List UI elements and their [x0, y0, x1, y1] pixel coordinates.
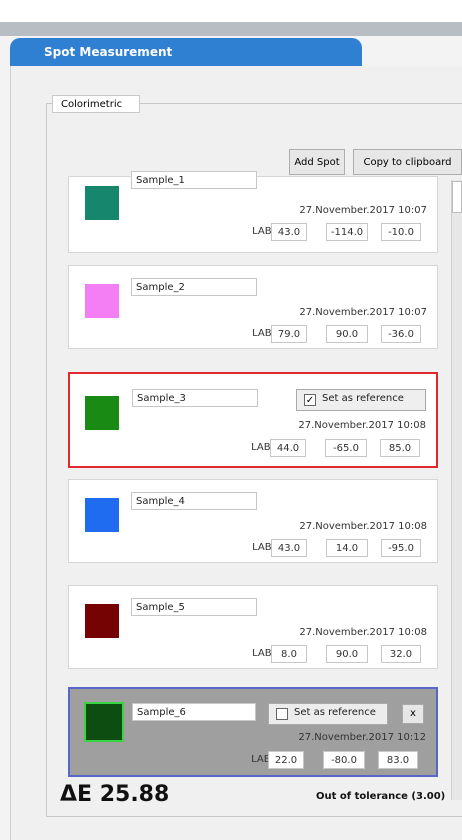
sample-card-5[interactable]: Sample_5 27.November.2017 10:08 LAB: 8.0… — [68, 585, 438, 669]
sample-swatch — [85, 498, 119, 532]
lab-a-field[interactable]: 90.0 — [326, 645, 368, 663]
vertical-scrollbar[interactable] — [451, 180, 462, 800]
sample-name-input[interactable]: Sample_4 — [131, 492, 257, 510]
lab-b-field[interactable]: -10.0 — [381, 223, 421, 241]
lab-l-field[interactable]: 43.0 — [271, 539, 307, 557]
sample-swatch — [85, 604, 119, 638]
sample-card-3[interactable]: Sample_3 ✓ Set as reference 27.November.… — [68, 372, 438, 468]
colorimetric-label: Colorimetric — [52, 95, 140, 113]
lab-l-field[interactable]: 8.0 — [271, 645, 307, 663]
reference-label: Set as reference — [294, 707, 376, 718]
sample-card-6[interactable]: Sample_6 Set as reference x 27.November.… — [68, 687, 438, 777]
reference-label: Set as reference — [322, 393, 404, 404]
close-button[interactable]: x — [402, 704, 424, 724]
delta-e-value: ΔE 25.88 — [60, 782, 170, 807]
sample-timestamp: 27.November.2017 10:08 — [299, 627, 427, 638]
sample-card-4[interactable]: Sample_4 27.November.2017 10:08 LAB: 43.… — [68, 479, 438, 563]
sample-name-input[interactable]: Sample_2 — [131, 278, 257, 296]
set-as-reference-checkbox[interactable]: ✓ Set as reference — [296, 389, 426, 411]
top-bar — [0, 22, 462, 36]
sample-timestamp: 27.November.2017 10:12 — [298, 732, 426, 743]
copy-to-clipboard-button[interactable]: Copy to clipboard — [353, 149, 462, 175]
checkbox-checked-icon[interactable]: ✓ — [304, 394, 316, 406]
lab-b-field[interactable]: 85.0 — [380, 439, 420, 457]
lab-b-field[interactable]: 83.0 — [378, 751, 418, 769]
tab-spot-measurement[interactable]: Spot Measurement — [10, 38, 362, 66]
set-as-reference-checkbox[interactable]: Set as reference — [268, 703, 388, 725]
scrollbar-thumb[interactable] — [452, 181, 462, 213]
sample-name-input[interactable]: Sample_3 — [132, 389, 258, 407]
lab-a-field[interactable]: -80.0 — [323, 751, 365, 769]
sample-swatch — [85, 396, 119, 430]
top-strip — [0, 0, 462, 22]
lab-a-field[interactable]: -65.0 — [325, 439, 367, 457]
sample-name-input[interactable]: Sample_6 — [132, 703, 256, 721]
sample-swatch — [85, 186, 119, 220]
lab-a-field[interactable]: 90.0 — [326, 325, 368, 343]
sample-timestamp: 27.November.2017 10:07 — [299, 205, 427, 216]
sample-timestamp: 27.November.2017 10:08 — [299, 521, 427, 532]
checkbox-unchecked-icon[interactable] — [276, 708, 288, 720]
sample-timestamp: 27.November.2017 10:07 — [299, 307, 427, 318]
tolerance-status: Out of tolerance (3.00) — [316, 791, 446, 802]
sample-timestamp: 27.November.2017 10:08 — [298, 420, 426, 431]
lab-a-field[interactable]: -114.0 — [326, 223, 368, 241]
lab-b-field[interactable]: 32.0 — [381, 645, 421, 663]
add-spot-button[interactable]: Add Spot — [289, 149, 345, 175]
lab-l-field[interactable]: 44.0 — [270, 439, 306, 457]
sample-name-input[interactable]: Sample_1 — [131, 171, 257, 189]
sample-swatch — [84, 702, 124, 742]
lab-l-field[interactable]: 22.0 — [268, 751, 304, 769]
sample-name-input[interactable]: Sample_5 — [131, 598, 257, 616]
lab-b-field[interactable]: -95.0 — [381, 539, 421, 557]
lab-b-field[interactable]: -36.0 — [381, 325, 421, 343]
sample-swatch — [85, 284, 119, 318]
sample-card-1[interactable]: Sample_1 27.November.2017 10:07 LAB: 43.… — [68, 171, 438, 253]
lab-a-field[interactable]: 14.0 — [326, 539, 368, 557]
sample-card-2[interactable]: Sample_2 27.November.2017 10:07 LAB: 79.… — [68, 265, 438, 349]
lab-l-field[interactable]: 43.0 — [271, 223, 307, 241]
lab-l-field[interactable]: 79.0 — [271, 325, 307, 343]
